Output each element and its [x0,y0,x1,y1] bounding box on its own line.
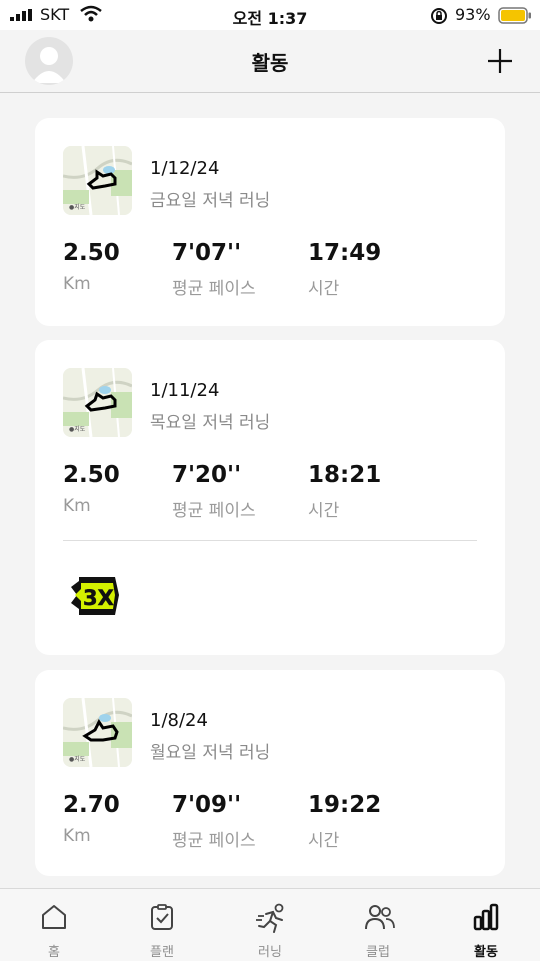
tab-label: 플랜 [150,945,174,960]
distance-value: 2.50 [63,240,120,266]
tab-label: 클럽 [366,945,390,960]
distance-unit: Km [63,496,91,516]
status-bar: SKT 오전 1:37 93% [0,0,540,30]
pace-label: 평균 페이스 [172,279,256,299]
tab-plan[interactable]: 플랜 [108,889,216,961]
svg-text:●지도: ●지도 [69,203,86,211]
activity-name: 목요일 저녁 러닝 [150,413,271,433]
pace-value: 7'20'' [172,462,242,488]
app-header: 활동 [0,30,540,93]
tab-label: 홈 [48,945,60,960]
battery-percent: 93% [455,5,491,24]
map-icon: ●지도 [63,368,132,437]
page-title: 활동 [251,51,289,75]
time-label: 시간 [308,279,340,299]
activity-name: 월요일 저녁 러닝 [150,743,271,763]
time-value: 18:21 [308,462,382,488]
time-label: 시간 [308,501,340,521]
tab-home[interactable]: 홈 [0,889,108,961]
bar-chart-icon [473,903,499,931]
activity-card[interactable]: ●지도 1/12/24 금요일 저녁 러닝 2.50 Km 7'07'' 평균 … [35,118,505,326]
distance-unit: Km [63,826,91,846]
badge-label: 3X [83,586,114,610]
pace-label: 평균 페이스 [172,501,256,521]
pace-value: 7'09'' [172,792,242,818]
time-label: 시간 [308,831,340,851]
clipboard-check-icon [151,904,173,930]
achievement-badge-icon[interactable]: 3X [67,575,123,617]
route-map-thumbnail: ●지도 [63,146,132,215]
battery-icon [498,7,531,24]
svg-text:●지도: ●지도 [69,755,86,763]
distance-value: 2.70 [63,792,120,818]
map-icon: ●지도 [63,698,132,767]
route-map-thumbnail: ●지도 [63,698,132,767]
home-icon [42,905,66,929]
activity-name: 금요일 저녁 러닝 [150,191,271,211]
time-value: 19:22 [308,792,382,818]
activity-card[interactable]: ●지도 1/8/24 월요일 저녁 러닝 2.70 Km 7'09'' 평균 페… [35,670,505,876]
card-divider [63,540,477,541]
plus-icon[interactable] [486,47,514,75]
activity-date: 1/12/24 [150,158,220,179]
runner-icon [256,903,284,933]
activity-card[interactable]: ●지도 1/11/24 목요일 저녁 러닝 2.50 Km 7'20'' 평균 … [35,340,505,655]
people-icon [365,905,395,930]
distance-value: 2.50 [63,462,120,488]
svg-text:●지도: ●지도 [69,425,86,433]
tab-activity[interactable]: 활동 [432,889,540,961]
pace-value: 7'07'' [172,240,242,266]
time-value: 17:49 [308,240,382,266]
distance-unit: Km [63,274,91,294]
route-map-thumbnail: ●지도 [63,368,132,437]
pace-label: 평균 페이스 [172,831,256,851]
activity-date: 1/11/24 [150,380,220,401]
tab-bar: 홈 플랜 러닝 클럽 활동 [0,888,540,961]
tab-running[interactable]: 러닝 [216,889,324,961]
tab-label: 러닝 [258,945,282,960]
orientation-lock-icon [431,8,447,24]
tab-label: 활동 [474,945,498,960]
activity-date: 1/8/24 [150,710,208,731]
map-icon: ●지도 [63,146,132,215]
tab-club[interactable]: 클럽 [324,889,432,961]
